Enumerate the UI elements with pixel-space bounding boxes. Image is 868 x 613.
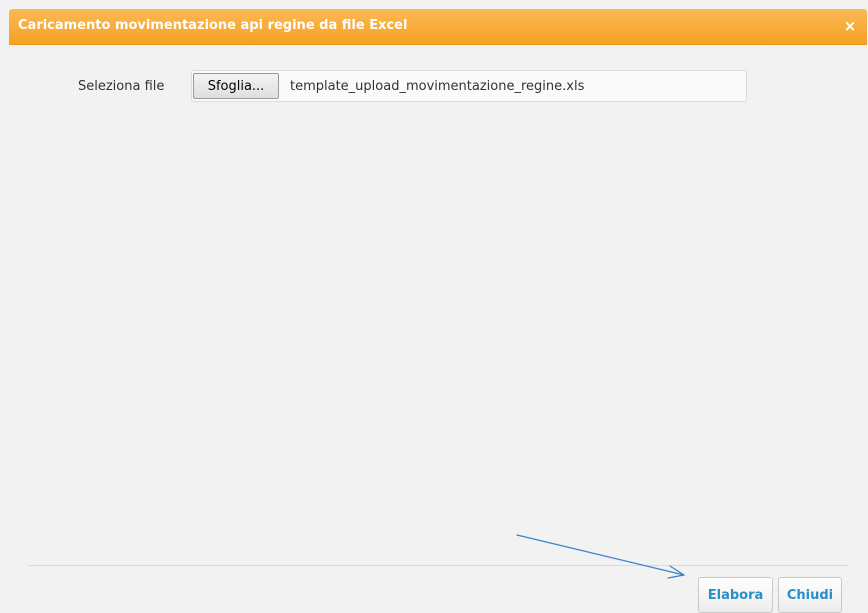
- close-icon[interactable]: ×: [842, 17, 858, 35]
- chiudi-button[interactable]: Chiudi: [778, 577, 842, 613]
- browse-button[interactable]: Sfoglia...: [193, 73, 279, 99]
- dialog-title: Caricamento movimentazione api regine da…: [18, 18, 408, 33]
- upload-dialog: Caricamento movimentazione api regine da…: [0, 0, 868, 613]
- file-select-label: Seleziona file: [78, 79, 165, 94]
- elabora-button[interactable]: Elabora: [698, 577, 773, 613]
- selected-file-name: template_upload_movimentazione_regine.xl…: [290, 79, 585, 94]
- dialog-title-bar[interactable]: Caricamento movimentazione api regine da…: [9, 9, 867, 45]
- footer-divider: [28, 565, 848, 566]
- file-input[interactable]: Sfoglia... template_upload_movimentazion…: [191, 70, 747, 102]
